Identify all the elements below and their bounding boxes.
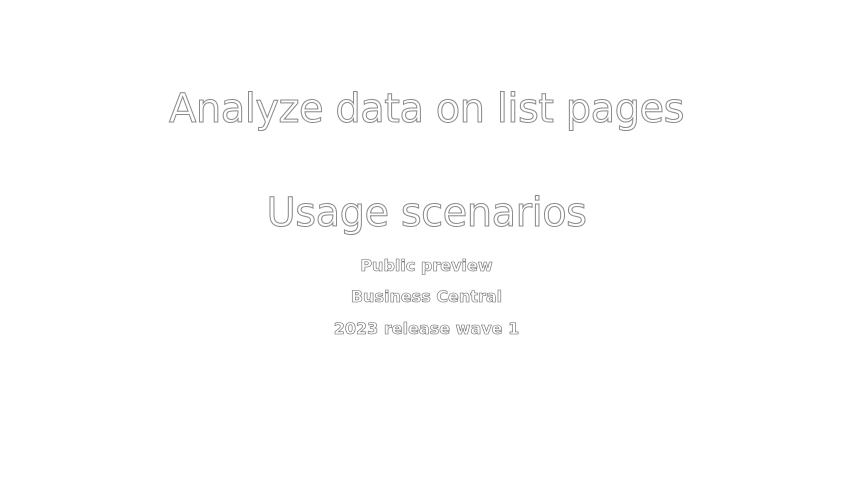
release-wave-text: 2023 release wave 1 xyxy=(333,319,520,339)
preview-status-text: Public preview xyxy=(360,256,493,276)
release-wave: 2023 release wave 1 xyxy=(0,319,853,339)
product-name: Business Central xyxy=(0,287,853,307)
slide-subtitle: Usage scenarios xyxy=(266,190,588,237)
product-name-text: Business Central xyxy=(350,287,503,307)
slide-title: Analyze data on list pages xyxy=(169,86,685,133)
title-slide: Analyze data on list pages Usage scenari… xyxy=(0,0,853,480)
preview-status: Public preview xyxy=(0,256,853,276)
